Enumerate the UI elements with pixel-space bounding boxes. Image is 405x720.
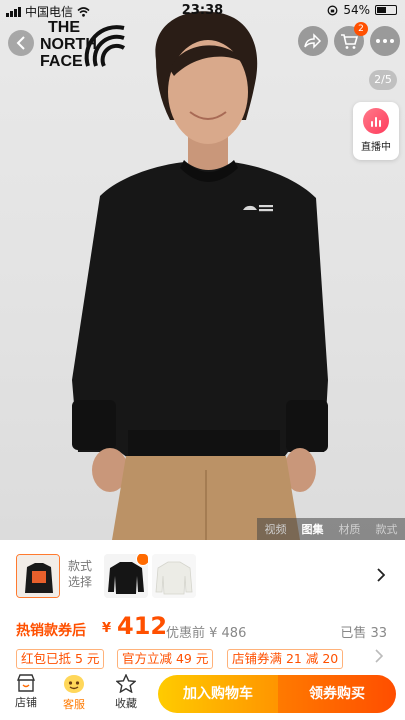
- store-button[interactable]: 店铺: [8, 674, 44, 710]
- price-section: 热销款券后 ¥ 412 优惠前 ¥ 486 已售 33: [0, 612, 405, 642]
- chevron-right-icon[interactable]: [377, 568, 385, 582]
- brand-logo-line-1: THE: [48, 19, 80, 36]
- rotation-lock-icon: [327, 5, 338, 15]
- brand-logo: THE NORTH FACE: [40, 19, 126, 70]
- favorite-label: 收藏: [115, 697, 137, 710]
- battery-percent: 54%: [343, 3, 370, 17]
- more-icon: [376, 39, 394, 43]
- back-button[interactable]: [8, 30, 34, 56]
- white-sweatshirt-thumbnail: [152, 554, 196, 598]
- price-currency: ¥: [102, 621, 112, 636]
- coupon-store[interactable]: 店铺券满 21 减 20: [227, 649, 344, 669]
- variant-thumb-selected[interactable]: [16, 554, 60, 598]
- add-to-cart-button[interactable]: 加入购物车: [158, 675, 278, 713]
- back-icon: [16, 36, 25, 50]
- variant-thumb-white[interactable]: [152, 554, 196, 598]
- tab-gallery[interactable]: 图集: [302, 521, 324, 537]
- customer-service-icon: [64, 675, 84, 693]
- share-button[interactable]: [298, 26, 328, 56]
- coupon-official-discount[interactable]: 官方立减 49 元: [117, 649, 214, 669]
- hot-icon: [136, 554, 148, 566]
- cart-count-badge: 2: [354, 22, 368, 36]
- sold-count: 已售 33: [340, 626, 387, 641]
- cart-icon: [341, 33, 358, 49]
- original-price: 优惠前 ¥ 486: [166, 626, 247, 641]
- price-value: 412: [117, 612, 168, 640]
- battery-icon: [375, 5, 397, 15]
- chevron-right-icon[interactable]: [375, 649, 383, 663]
- status-icons: 54%: [327, 3, 397, 17]
- variant-selector[interactable]: 款式选择: [0, 552, 405, 604]
- product-image-gallery[interactable]: 中国电信 23:38 54% THE NORTH FACE 2 2/5 直播中 …: [0, 0, 405, 540]
- product-photo: [72, 11, 328, 540]
- live-stream-button[interactable]: 直播中: [353, 102, 399, 160]
- promo-label: 热销款券后: [16, 623, 86, 639]
- favorite-button[interactable]: 收藏: [108, 674, 144, 711]
- bottom-action-bar: 店铺 客服 收藏 加入购物车 领券购买: [0, 672, 405, 720]
- buy-with-coupon-button[interactable]: 领券购买: [278, 675, 396, 713]
- tab-video[interactable]: 视频: [265, 521, 287, 537]
- service-label: 客服: [63, 698, 85, 711]
- share-icon: [304, 33, 322, 49]
- live-label: 直播中: [361, 142, 391, 153]
- page-indicator: 2/5: [369, 70, 397, 90]
- star-icon: [116, 674, 136, 693]
- product-detail-screen: 中国电信 23:38 54% THE NORTH FACE 2 2/5 直播中 …: [0, 0, 405, 720]
- store-icon: [16, 674, 36, 692]
- store-label: 店铺: [15, 696, 37, 709]
- variant-label: 款式选择: [68, 559, 93, 589]
- live-icon: [363, 108, 389, 134]
- sweatshirt-back-thumbnail: [17, 555, 59, 597]
- tab-material[interactable]: 材质: [339, 521, 361, 537]
- variant-thumb-black[interactable]: [104, 554, 148, 598]
- media-tabs: 视频 图集 材质 款式: [257, 518, 405, 540]
- coupon-red-packet[interactable]: 红包已抵 5 元: [16, 649, 105, 669]
- cart-button[interactable]: 2: [334, 22, 368, 56]
- customer-service-button[interactable]: 客服: [56, 674, 92, 712]
- tab-style[interactable]: 款式: [376, 521, 398, 537]
- brand-logo-line-3: FACE: [40, 53, 83, 70]
- more-button[interactable]: [370, 26, 400, 56]
- coupon-list[interactable]: 红包已抵 5 元 官方立减 49 元 店铺券满 21 减 20: [0, 648, 405, 670]
